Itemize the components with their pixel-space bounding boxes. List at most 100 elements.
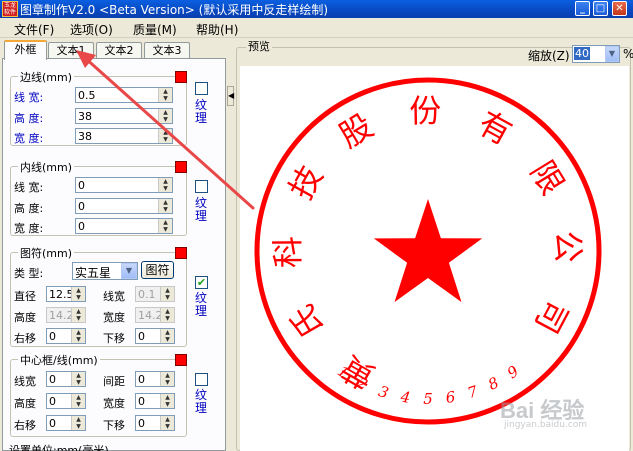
center-offset-right-spinner[interactable]: ▲ ▼ <box>71 416 85 430</box>
maximize-button[interactable]: □ <box>593 1 608 16</box>
center-offset-right-input[interactable]: 0 ▲ ▼ <box>46 415 86 431</box>
center-height-spinner[interactable]: ▲ ▼ <box>71 394 85 408</box>
border-width-spinner[interactable]: ▲ ▼ <box>158 88 172 102</box>
zoom-label: 缩放(Z) <box>528 49 570 63</box>
stamp-serial-digit: 8 <box>485 374 502 394</box>
symbol-pick-button[interactable]: 图符 <box>141 261 174 279</box>
menu-options[interactable]: 选项(O) <box>70 21 113 38</box>
inner-height-input[interactable]: 0 ▲ ▼ <box>75 198 173 214</box>
border-texture-checkbox[interactable] <box>195 82 208 95</box>
inner-line-group: 内线(mm) 线 宽: 0 ▲ ▼ 高 度: 0 ▲ ▼ 宽 度: 0 ▲ ▼ <box>10 159 187 236</box>
symbol-linewidth-input: 0.1 ▲ ▼ <box>135 286 175 302</box>
symbol-height-value: 14.2 <box>49 309 74 322</box>
center-frame-group-title: 中心框/线(mm) <box>18 352 100 368</box>
menu-help[interactable]: 帮助(H) <box>196 21 238 38</box>
center-color-swatch[interactable] <box>175 354 187 366</box>
center-offset-down-input[interactable]: 0 ▲ ▼ <box>135 415 175 431</box>
center-offset-right-value: 0 <box>49 417 56 430</box>
menu-quality[interactable]: 质量(M) <box>133 21 177 38</box>
symbol-texture-checkbox[interactable]: ✔ <box>195 276 208 289</box>
center-width-spinner[interactable]: ▲ ▼ <box>160 394 174 408</box>
menu-bar: 文件(F) 选项(O) 质量(M) 帮助(H) <box>0 18 633 38</box>
inner-line-group-title: 内线(mm) <box>18 159 75 175</box>
symbol-offset-down-value: 0 <box>138 330 145 343</box>
border-height-input[interactable]: 38 ▲ ▼ <box>75 108 173 124</box>
title-bar: 玉龙软件 图章制作V2.0 <Beta Version> (默认采用中反走样绘制… <box>0 0 633 18</box>
inner-width-input[interactable]: 0 ▲ ▼ <box>75 177 173 193</box>
tab-outer-frame[interactable]: 外框 <box>4 40 47 60</box>
center-offset-down-label: 下移 <box>103 419 125 432</box>
symbol-offset-down-input[interactable]: 0 ▲ ▼ <box>135 328 175 344</box>
center-width-input[interactable]: 0 ▲ ▼ <box>135 393 175 409</box>
center-spacing-spinner[interactable]: ▲ ▼ <box>160 372 174 386</box>
symbol-offset-right-label: 右移 <box>14 332 36 345</box>
inner-breadth-spinner[interactable]: ▲ ▼ <box>158 219 172 233</box>
center-spacing-input[interactable]: 0 ▲ ▼ <box>135 371 175 387</box>
chevron-down-icon[interactable]: ▼ <box>605 46 619 62</box>
tab-text3[interactable]: 文本3 <box>144 42 190 59</box>
menu-file[interactable]: 文件(F) <box>14 21 54 38</box>
border-breadth-label: 宽 度: <box>14 132 44 145</box>
symbol-group-title: 图符(mm) <box>18 245 75 261</box>
symbol-diameter-label: 直径 <box>14 290 36 303</box>
center-offset-right-label: 右移 <box>14 419 36 432</box>
symbol-offset-right-input[interactable]: 0 ▲ ▼ <box>46 328 86 344</box>
border-height-spinner[interactable]: ▲ ▼ <box>158 109 172 123</box>
center-texture-checkbox[interactable] <box>195 373 208 386</box>
symbol-linewidth-label: 线宽 <box>103 290 125 303</box>
inner-texture-checkbox[interactable] <box>195 180 208 193</box>
border-line-group-title: 边线(mm) <box>18 69 75 85</box>
units-label: 设置单位:mm(毫米) <box>9 444 109 451</box>
panel-collapse-button[interactable]: ◀ <box>227 86 234 106</box>
center-linewidth-spinner[interactable]: ▲ ▼ <box>71 372 85 386</box>
inner-width-spinner[interactable]: ▲ ▼ <box>158 178 172 192</box>
stamp-serial-digit: 4 <box>398 388 411 407</box>
zoom-value: 40 <box>574 47 590 60</box>
symbol-height-spinner: ▲ ▼ <box>71 308 85 322</box>
symbol-diameter-spinner[interactable]: ▲ ▼ <box>71 287 85 301</box>
border-color-swatch[interactable] <box>175 71 187 83</box>
stamp-serial-digit: 9 <box>504 362 523 382</box>
center-spacing-value: 0 <box>138 373 145 386</box>
symbol-offset-down-label: 下移 <box>103 332 125 345</box>
symbol-offset-down-spinner[interactable]: ▲ ▼ <box>160 329 174 343</box>
center-texture-label: 纹理 <box>195 388 208 415</box>
center-width-value: 0 <box>138 395 145 408</box>
border-breadth-value: 38 <box>78 130 92 143</box>
baidu-jingyan-watermark: Bai 经验 jingyan.baidu.com <box>500 393 610 433</box>
border-width-input[interactable]: 0.5 ▲ ▼ <box>75 87 173 103</box>
center-linewidth-label: 线宽 <box>14 375 36 388</box>
symbol-diameter-input[interactable]: 12.5 ▲ ▼ <box>46 286 86 302</box>
symbol-color-swatch[interactable] <box>175 247 187 259</box>
center-height-value: 0 <box>49 395 56 408</box>
close-button[interactable]: ✕ <box>612 1 627 16</box>
symbol-height-input: 14.2 ▲ ▼ <box>46 307 86 323</box>
symbol-type-select[interactable]: 实五星 ▼ <box>72 262 138 280</box>
minimize-button[interactable]: _ <box>575 1 590 16</box>
chevron-down-icon[interactable]: ▼ <box>121 263 137 279</box>
stamp-arc-char: 科 <box>269 236 307 268</box>
border-breadth-spinner[interactable]: ▲ ▼ <box>158 129 172 143</box>
center-height-input[interactable]: 0 ▲ ▼ <box>46 393 86 409</box>
inner-color-swatch[interactable] <box>175 161 187 173</box>
stamp-arc-char: 有 <box>472 104 518 153</box>
tab-text2[interactable]: 文本2 <box>96 42 142 59</box>
tab-text1[interactable]: 文本1 <box>48 42 94 59</box>
center-offset-down-spinner[interactable]: ▲ ▼ <box>160 416 174 430</box>
symbol-offset-right-value: 0 <box>49 330 56 343</box>
inner-width-value: 0 <box>78 179 85 192</box>
inner-height-spinner[interactable]: ▲ ▼ <box>158 199 172 213</box>
stamp-arc-char: 限 <box>523 154 572 201</box>
symbol-width-spinner: ▲ ▼ <box>160 308 174 322</box>
symbol-type-value: 实五星 <box>75 266 112 280</box>
symbol-width-value: 14.2 <box>138 309 163 322</box>
symbol-offset-right-spinner[interactable]: ▲ ▼ <box>71 329 85 343</box>
zoom-select[interactable]: 40 ▼ <box>572 45 620 63</box>
center-linewidth-input[interactable]: 0 ▲ ▼ <box>46 371 86 387</box>
symbol-linewidth-value: 0.1 <box>138 288 156 301</box>
inner-breadth-input[interactable]: 0 ▲ ▼ <box>75 218 173 234</box>
stamp-serial-digit: 5 <box>423 390 433 408</box>
watermark-sub-text: jingyan.baidu.com <box>504 420 588 430</box>
border-width-label: 线 宽: <box>14 91 44 104</box>
border-breadth-input[interactable]: 38 ▲ ▼ <box>75 128 173 144</box>
